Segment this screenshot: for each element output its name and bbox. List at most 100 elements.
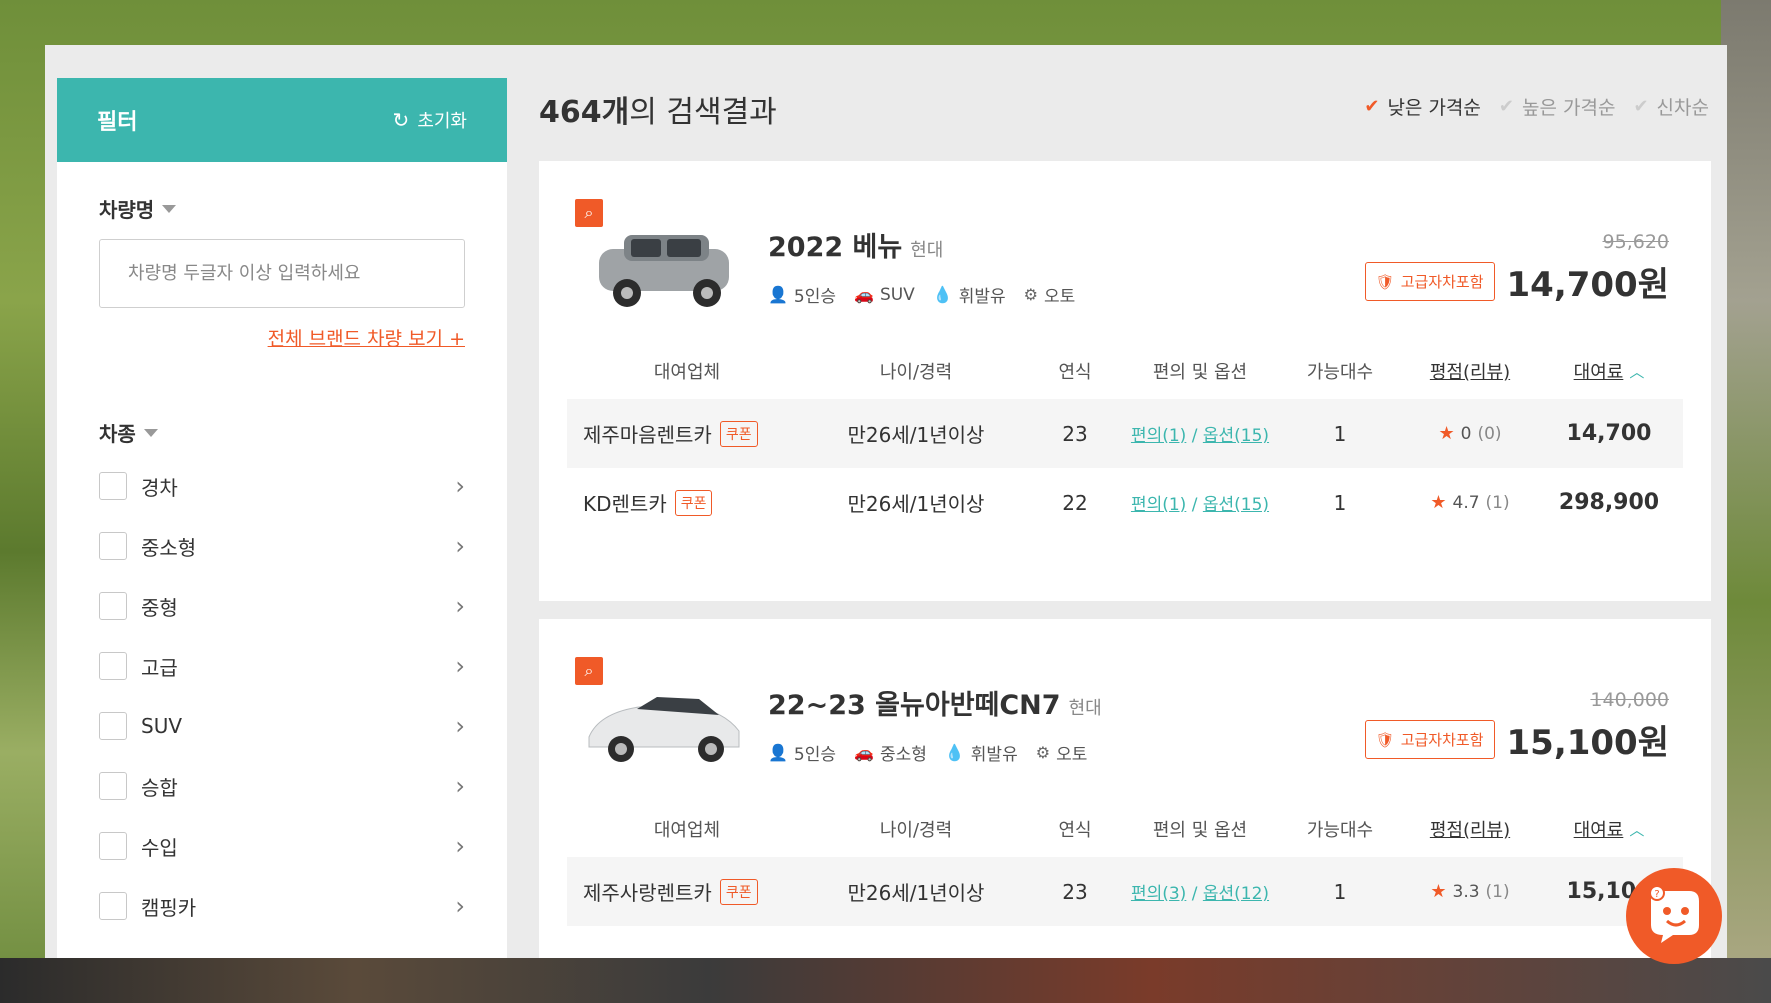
- type-label: 수입: [141, 835, 178, 860]
- th-year: 연식: [1058, 362, 1092, 383]
- type-checkbox[interactable]: [99, 592, 127, 620]
- convenience-link[interactable]: 편의(3): [1131, 884, 1186, 904]
- car-card: ⌕ 2022 베뉴 현대 👤 5인승 🚗 SUV 💧 휘발유 ⚙ 오토 95,620 🛡 고…: [539, 161, 1711, 601]
- car-specs: 👤 5인승 🚗 SUV 💧 휘발유 ⚙ 오토: [768, 282, 1076, 308]
- th-available: 가능대수: [1306, 820, 1374, 841]
- options-link[interactable]: 옵션(15): [1203, 495, 1269, 515]
- age-cell: 만26세/1년이상: [847, 423, 985, 447]
- car-type-item[interactable]: 경차 ›: [99, 456, 465, 516]
- car-type-item[interactable]: 수입 ›: [99, 816, 465, 876]
- options-link[interactable]: 옵션(15): [1203, 426, 1269, 446]
- chevron-right-icon[interactable]: ›: [455, 712, 465, 740]
- year-cell: 22: [1062, 490, 1088, 515]
- sort-options: ✔ 낮은 가격순 ✔ 높은 가격순 ✔ 신차순: [1364, 93, 1709, 120]
- options-cell: 편의(3) / 옵션(12): [1130, 884, 1270, 904]
- chevron-right-icon[interactable]: ›: [455, 892, 465, 920]
- check-icon: ✔: [1498, 96, 1514, 117]
- shield-icon: 🛡: [1375, 272, 1395, 291]
- car-name-label: 차량명: [99, 198, 155, 222]
- car-model: 22~23 올뉴아반떼CN7: [768, 690, 1061, 721]
- car-icon: 🚗: [854, 285, 874, 304]
- car-brand: 현대: [910, 240, 944, 261]
- chevron-right-icon[interactable]: ›: [455, 532, 465, 560]
- convenience-link[interactable]: 편의(1): [1131, 426, 1186, 446]
- car-type-item[interactable]: 중형 ›: [99, 576, 465, 636]
- rating-cell: ★ 0 (0): [1405, 423, 1535, 444]
- person-icon: 👤: [768, 285, 788, 304]
- spec-text: 오토: [1044, 287, 1076, 307]
- sort-low-price[interactable]: ✔ 낮은 가격순: [1364, 93, 1481, 120]
- car-type-item[interactable]: SUV ›: [99, 696, 465, 756]
- type-checkbox[interactable]: [99, 472, 127, 500]
- car-name-input[interactable]: [99, 239, 465, 308]
- type-label: 고급: [141, 655, 178, 680]
- spec-transmission: ⚙ 오토: [1036, 740, 1088, 765]
- car-icon: 🚗: [854, 743, 874, 762]
- car-type-item[interactable]: 중소형 ›: [99, 516, 465, 576]
- coupon-badge: 쿠폰: [719, 878, 758, 905]
- company-name: 제주마음렌트카: [583, 423, 712, 447]
- convenience-link[interactable]: 편의(1): [1131, 495, 1186, 515]
- sort-high-price[interactable]: ✔ 높은 가격순: [1499, 93, 1616, 120]
- chat-help-button[interactable]: ?: [1626, 868, 1722, 964]
- premium-insurance-badge: 🛡 고급자차포함: [1364, 720, 1495, 759]
- fee-cell: 298,900: [1558, 490, 1660, 515]
- sort-newest[interactable]: ✔ 신차순: [1633, 93, 1709, 120]
- car-type-item[interactable]: 캠핑카 ›: [99, 876, 465, 936]
- filter-title: 필터: [97, 110, 138, 135]
- car-name-section-label[interactable]: 차량명: [99, 194, 177, 223]
- th-fee-label: 대여료: [1573, 362, 1624, 383]
- available-cell: 1: [1333, 879, 1347, 904]
- star-icon: ★: [1430, 492, 1447, 513]
- type-checkbox[interactable]: [99, 532, 127, 560]
- car-card: ⌕ 22~23 올뉴아반떼CN7 현대 👤 5인승 🚗 중소형 💧 휘발유 ⚙ 오토 14…: [539, 619, 1711, 958]
- spec-seats: 👤 5인승: [768, 282, 836, 307]
- car-type-item[interactable]: 고급 ›: [99, 636, 465, 696]
- type-checkbox[interactable]: [99, 652, 127, 680]
- table-row[interactable]: KD렌트카 쿠폰 만26세/1년이상 22 편의(1) / 옵션(15) 1 ★ 4…: [567, 468, 1683, 537]
- original-price: 95,620: [1602, 231, 1669, 253]
- spec-text: 휘발유: [958, 287, 1006, 307]
- th-age: 나이/경력: [879, 362, 953, 383]
- spec-fuel: 💧 휘발유: [933, 282, 1006, 307]
- car-type-item[interactable]: 승합 ›: [99, 756, 465, 816]
- type-label: 승합: [141, 775, 178, 800]
- company-name: KD렌트카: [583, 492, 667, 516]
- options-link[interactable]: 옵션(12): [1203, 884, 1269, 904]
- rating-cell: ★ 4.7 (1): [1405, 492, 1535, 513]
- th-rating-sort[interactable]: 평점(리뷰): [1405, 816, 1535, 842]
- table-header: 대여업체 나이/경력 연식 편의 및 옵션 가능대수 평점(리뷰) 대여료 ︿: [567, 801, 1683, 857]
- all-brands-link[interactable]: 전체 브랜드 차량 보기 +: [268, 324, 465, 351]
- type-label: 중소형: [141, 535, 197, 560]
- car-title[interactable]: 22~23 올뉴아반떼CN7 현대: [768, 683, 1102, 722]
- type-checkbox[interactable]: [99, 712, 127, 740]
- chevron-right-icon[interactable]: ›: [455, 832, 465, 860]
- th-fee-sort[interactable]: 대여료 ︿: [1535, 816, 1683, 842]
- chevron-right-icon[interactable]: ›: [455, 652, 465, 680]
- th-rating-sort[interactable]: 평점(리뷰): [1405, 358, 1535, 384]
- spec-text: 중소형: [879, 745, 927, 765]
- review-count: (1): [1485, 492, 1510, 513]
- th-available: 가능대수: [1306, 362, 1374, 383]
- car-type-section-label[interactable]: 차종: [99, 418, 158, 447]
- chevron-right-icon[interactable]: ›: [455, 472, 465, 500]
- chevron-right-icon[interactable]: ›: [455, 772, 465, 800]
- type-label: 중형: [141, 595, 178, 620]
- chevron-right-icon[interactable]: ›: [455, 592, 465, 620]
- review-count: (1): [1485, 881, 1510, 902]
- car-title[interactable]: 2022 베뉴 현대: [768, 225, 943, 264]
- car-specs: 👤 5인승 🚗 중소형 💧 휘발유 ⚙ 오토: [768, 740, 1087, 765]
- star-icon: ★: [1438, 423, 1455, 444]
- type-checkbox[interactable]: [99, 772, 127, 800]
- reset-label: 초기화: [417, 111, 467, 132]
- spec-type: 🚗 중소형: [854, 740, 927, 765]
- type-label: SUV: [141, 714, 183, 738]
- table-row[interactable]: 제주사랑렌트카 쿠폰 만26세/1년이상 23 편의(3) / 옵션(12) 1 …: [567, 857, 1683, 926]
- table-row[interactable]: 제주마음렌트카 쿠폰 만26세/1년이상 23 편의(1) / 옵션(15) 1 …: [567, 399, 1683, 468]
- th-fee-sort[interactable]: 대여료 ︿: [1535, 358, 1683, 384]
- reset-button[interactable]: ↻ 초기화: [393, 107, 467, 133]
- sort-label: 낮은 가격순: [1387, 97, 1481, 119]
- type-checkbox[interactable]: [99, 892, 127, 920]
- company-name: 제주사랑렌트카: [583, 881, 712, 905]
- type-checkbox[interactable]: [99, 832, 127, 860]
